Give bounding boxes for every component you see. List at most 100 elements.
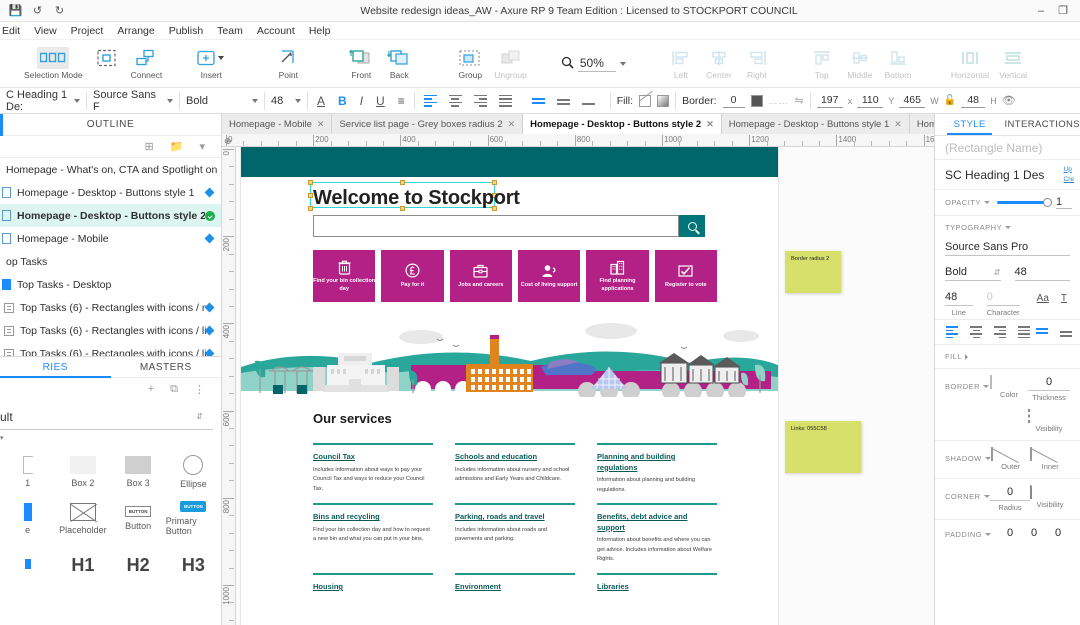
menu-item-arrange[interactable]: Arrange [117,25,154,37]
border-arrow-icon[interactable]: ⇋ [795,94,804,107]
chevron-down-icon[interactable] [985,532,992,536]
minimize-button[interactable]: – [1038,5,1044,17]
resize-handle[interactable] [400,180,405,185]
save-icon[interactable]: 💾 [9,4,23,17]
library-item-box1[interactable]: 1 [0,448,55,495]
new-folder-icon[interactable]: 📁 [170,140,184,153]
site-header-band[interactable] [241,147,778,177]
align-left-button[interactable]: Left [662,42,700,86]
library-filter[interactable]: ▾ [0,430,221,446]
outline-item-2-selected[interactable]: Homepage - Desktop - Buttons style 2 [0,204,221,227]
border-color-swatch[interactable] [750,94,763,107]
library-item-button[interactable]: BUTTON Button [111,495,166,542]
sticky-note-links[interactable]: Links: 055C58 [785,421,861,473]
align-top-button[interactable]: Top [803,42,841,86]
menu-item-help[interactable]: Help [309,25,331,37]
library-item-blank[interactable] [0,542,55,589]
outline-item-8[interactable]: Top Tasks (6) - Rectangles with icons / … [0,342,221,356]
filter-icon[interactable]: ▾ [199,140,205,153]
chevron-down-icon[interactable] [983,385,990,388]
page-tab-2-active[interactable]: Homepage - Desktop - Buttons style 2 ✕ [523,114,722,134]
inspector-align-center-button[interactable] [967,326,985,338]
service-link[interactable]: Council Tax [313,452,433,463]
menu-item-team[interactable]: Team [217,25,243,37]
top-task-tile-bin[interactable]: Find your bin collection day [313,250,376,302]
service-link[interactable]: Housing [313,582,433,593]
redo-icon[interactable]: ↻ [53,4,66,17]
selection-mode-alt-button[interactable] [88,42,126,86]
align-right-button[interactable]: Right [738,42,776,86]
slider-knob[interactable] [1043,197,1052,207]
page-tab-0[interactable]: Homepage - Mobile ✕ [222,114,333,134]
align-middle-button[interactable]: Middle [841,42,879,86]
hero-title[interactable]: Welcome to Stockport [313,187,520,210]
fill-label[interactable]: FILL [945,352,1070,361]
inspector-align-justify-button[interactable] [1015,326,1033,338]
text-decoration-icon[interactable]: T [1058,293,1070,304]
menu-item-view[interactable]: View [34,25,57,37]
library-options-icon[interactable]: ⋮ [194,383,205,396]
distribute-vertical-button[interactable]: Vertical [994,42,1032,86]
height-input[interactable]: 48 [961,94,986,108]
tab-masters[interactable]: MASTERS [111,357,222,377]
distribute-horizontal-button[interactable]: Horizontal [946,42,994,86]
library-item-box3[interactable]: Box 3 [111,448,166,495]
font-size-dropdown[interactable]: 48 [265,88,307,114]
tab-interactions[interactable]: INTERACTIONS [1004,114,1080,135]
search-input[interactable] [313,215,679,237]
padding-input-2[interactable]: 0 [1022,527,1046,541]
top-task-tile-cost-of-living[interactable]: Cost of living support [517,250,581,302]
inner-shadow-icon[interactable] [1030,447,1033,461]
preview-button[interactable]: Preview [1075,42,1080,86]
character-spacing-input[interactable]: 0 [986,291,1020,306]
fill-none-swatch[interactable] [639,94,652,107]
font-size-value[interactable]: 48 [1014,266,1070,281]
outline-item-7[interactable]: Top Tasks (6) - Rectangles with icons / … [0,319,221,342]
lock-aspect-icon[interactable]: 🔓 [944,95,956,106]
valign-top-button[interactable] [529,97,548,104]
library-item-box2[interactable]: Box 2 [55,448,110,495]
outline-item-5[interactable]: Top Tasks - Desktop [0,273,221,296]
menu-item-edit[interactable]: Edit [2,25,20,37]
library-selector[interactable]: ult ⇵ [0,404,213,430]
menu-item-project[interactable]: Project [71,25,104,37]
stepper-icon[interactable]: ⇵ [994,268,1001,277]
send-back-button[interactable]: Back [380,42,418,86]
service-link[interactable]: Schools and education [455,452,575,463]
sticky-note-border-radius[interactable]: Border radius 2 [785,251,841,293]
bullet-list-button[interactable]: ≡ [395,94,408,108]
library-item-h2[interactable]: H2 [111,542,166,589]
zoom-level-value[interactable]: 50% [577,56,616,72]
service-link[interactable]: Benefits, debt advice and support [597,512,717,533]
page-tab-3[interactable]: Homepage - Desktop - Buttons style 1 ✕ [721,114,910,134]
chevron-down-icon[interactable] [1005,226,1012,229]
inspector-align-left-button[interactable] [943,326,961,338]
maximize-button[interactable]: ❐ [1058,4,1068,17]
chevron-down-icon[interactable] [983,201,990,204]
border-color-swatch[interactable] [990,375,992,389]
insert-button[interactable]: Insert [192,42,230,86]
library-item-image[interactable]: e [0,495,55,542]
outline-list[interactable]: Homepage - What's on, CTA and Spotlight … [0,158,221,356]
line-height-input[interactable]: 48 [945,291,973,306]
service-link[interactable]: Libraries [597,582,717,593]
bold-button[interactable]: B [335,94,350,108]
group-button[interactable]: Group [451,42,489,86]
opacity-slider[interactable] [996,197,1052,207]
outline-item-0[interactable]: Homepage - What's on, CTA and Spotlight … [0,158,221,181]
position-y-input[interactable]: 110 [857,94,884,108]
style-update-link[interactable]: Up [1064,165,1074,175]
library-item-h3[interactable]: H3 [166,542,221,589]
search-button[interactable] [679,215,705,237]
add-library-icon[interactable]: + [148,383,154,395]
library-item-ellipse[interactable]: Ellipse [166,448,221,495]
element-name-input[interactable]: (Rectangle Name) [935,136,1080,160]
add-page-icon[interactable]: ⊞ [145,140,154,153]
top-task-tile-jobs[interactable]: Jobs and careers [449,250,512,302]
service-link[interactable]: Environment [455,582,575,593]
stepper-icon[interactable]: ⇵ [196,412,203,421]
padding-input-1[interactable]: 0 [998,527,1022,541]
position-x-input[interactable]: 197 [816,94,843,108]
align-center-button[interactable]: Center [700,42,738,86]
zoom-control[interactable]: 50% [561,56,626,72]
